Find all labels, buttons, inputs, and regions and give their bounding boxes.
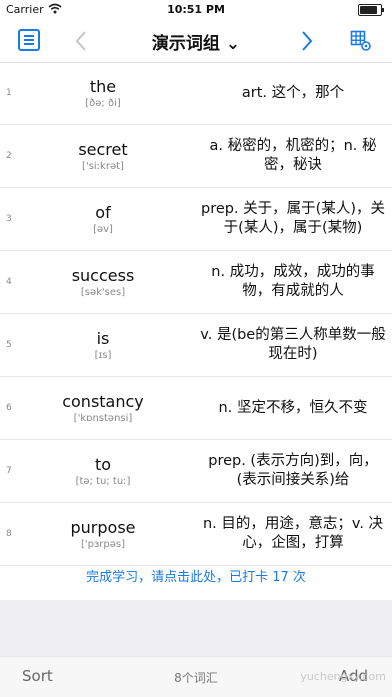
row-index: 5 [6,340,12,350]
word-text: the [89,77,117,96]
grid-settings-icon[interactable] [350,30,372,52]
word-cell: of [əv] [20,188,186,250]
meaning-text: prep. (表示方向)到，向，(表示间接关系)给 [208,453,378,488]
word-cell: purpose ['pɜrpəs] [20,503,186,565]
word-cell: to [tə; tu; tuː] [20,440,186,502]
word-cell: secret ['siːkrət] [20,125,186,187]
meaning-text: n. 成功，成效，成功的事物，有成就的人 [211,264,375,299]
word-text: constancy [62,392,144,411]
word-list: 1 the [ðə; ði] art. 这个，那个 2 secret ['siː… [0,62,392,566]
row-index: 1 [6,88,12,98]
watermark: yuchengxy.com [300,670,386,683]
phonetic-text: [sək'ses] [80,287,126,298]
phonetic-text: ['pɜrpəs] [80,539,126,550]
phonetic-text: ['siːkrət] [82,161,124,172]
phonetic-text: [tə; tu; tuː] [75,476,131,487]
meaning-text: n. 坚定不移，恒久不变 [218,399,368,416]
word-cell: the [ðə; ði] [20,62,186,124]
word-row[interactable]: 8 purpose ['pɜrpəs] n. 目的，用途，意志；v. 决心，企图… [0,503,392,566]
word-text: purpose [70,518,136,537]
word-text: secret [78,140,128,159]
row-index: 4 [6,277,12,287]
row-index: 2 [6,151,12,161]
meaning-text: art. 这个，那个 [241,84,345,101]
word-text: success [71,266,135,285]
chevron-right-icon[interactable] [300,30,314,52]
row-index: 8 [6,529,12,539]
row-index: 3 [6,214,12,224]
meaning-text: n. 目的，用途，意志；v. 决心，企图，打算 [202,516,384,551]
word-text: of [95,203,111,222]
status-time: 10:51 PM [167,3,225,16]
status-bar: Carrier 10:51 PM [0,0,392,20]
page-title[interactable]: 演示词组 ⌄ [0,29,392,54]
word-row[interactable]: 3 of [əv] prep. 关于，属于(某人)，关于(某人)，属于(某物) [0,188,392,251]
word-cell: success [sək'ses] [20,251,186,313]
word-text: to [94,455,112,474]
word-row[interactable]: 6 constancy ['kɒnstənsi] n. 坚定不移，恒久不变 [0,377,392,440]
phonetic-text: [ðə; ði] [85,98,121,109]
row-index: 6 [6,403,12,413]
complete-study-link[interactable]: 完成学习，请点击此处，已打卡 17 次 [0,566,392,585]
phonetic-text: [əv] [93,224,113,235]
word-row[interactable]: 4 success [sək'ses] n. 成功，成效，成功的事物，有成就的人 [0,251,392,314]
meaning-text: v. 是(be的第三人称单数一般现在时) [200,327,386,362]
word-cell: constancy ['kɒnstənsi] [20,377,186,439]
word-cell: is [ɪs] [20,314,186,376]
word-row[interactable]: 5 is [ɪs] v. 是(be的第三人称单数一般现在时) [0,314,392,377]
word-row[interactable]: 1 the [ðə; ði] art. 这个，那个 [0,62,392,125]
meaning-text: prep. 关于，属于(某人)，关于(某人)，属于(某物) [200,201,385,236]
word-row[interactable]: 7 to [tə; tu; tuː] prep. (表示方向)到，向，(表示间接… [0,440,392,503]
word-text: is [96,329,110,348]
navigation-bar: 演示词组 ⌄ [0,20,392,63]
row-index: 7 [6,466,12,476]
footer-spacer [0,600,392,656]
meaning-text: a. 秘密的，机密的；n. 秘密，秘诀 [209,138,377,173]
word-row[interactable]: 2 secret ['siːkrət] a. 秘密的，机密的；n. 秘密，秘诀 [0,125,392,188]
phonetic-text: [ɪs] [94,350,112,361]
phonetic-text: ['kɒnstənsi] [73,413,133,424]
battery-icon [358,4,384,16]
